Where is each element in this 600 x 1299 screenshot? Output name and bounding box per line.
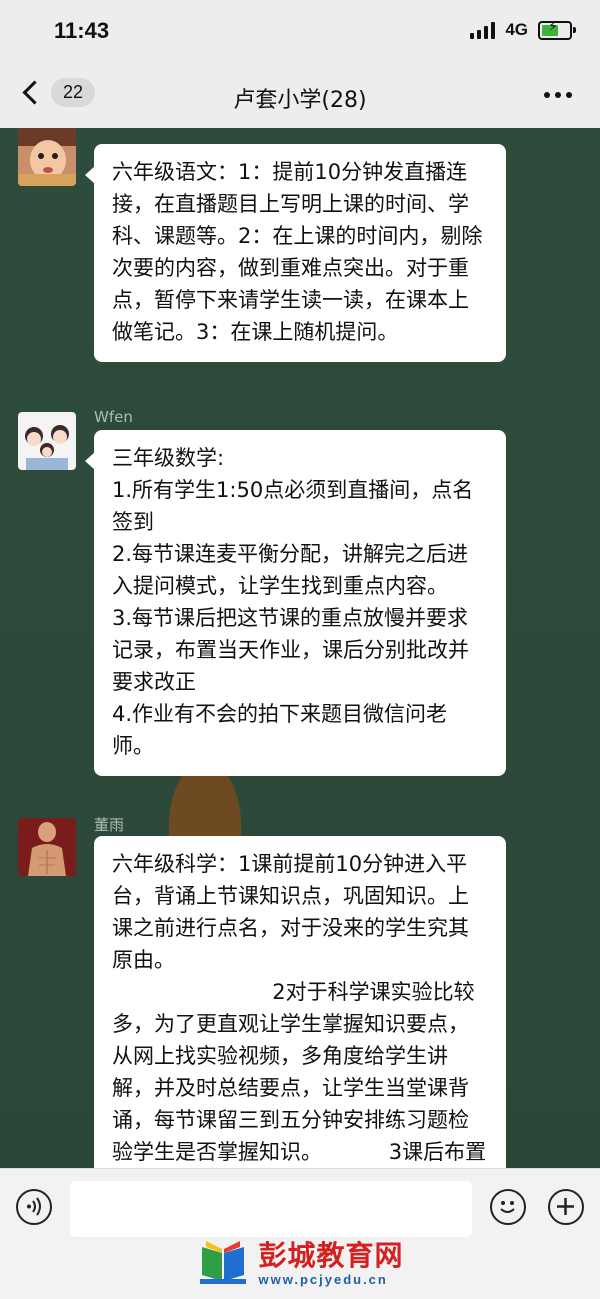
status-icons: 4G ⚡: [470, 20, 576, 40]
watermark-name: 彭城教育网: [258, 1239, 404, 1272]
more-dots-icon[interactable]: [544, 92, 572, 98]
emoji-icon[interactable]: [490, 1189, 526, 1225]
battery-charging-icon: ⚡: [538, 20, 576, 40]
plus-icon[interactable]: [548, 1189, 584, 1225]
avatar[interactable]: [18, 128, 76, 186]
signal-icon: [470, 21, 496, 39]
book-logo-icon: [200, 1241, 247, 1284]
sender-name: 董雨: [94, 816, 125, 834]
chat-area[interactable]: 六年级语文：1：提前10分钟发直播连接，在直播题目上写明上课的时间、学科、课题等…: [0, 128, 600, 1168]
nav-bar: 22 卢套小学(28): [0, 64, 600, 128]
message-bubble[interactable]: 三年级数学: 1.所有学生1:50点必须到直播间，点名签到 2.每节课连麦平衡分…: [85, 430, 506, 776]
avatar[interactable]: [18, 412, 76, 470]
message-bubble[interactable]: 六年级科学：1课前提前10分钟进入平台，背诵上节课知识点，巩固知识。上课之前进行…: [94, 836, 506, 1168]
chat-title: 卢套小学(28): [233, 88, 367, 113]
avatar[interactable]: [18, 818, 76, 876]
message-input[interactable]: [70, 1181, 472, 1237]
input-bar: 彭城教育网 www.pcjyedu.cn: [0, 1168, 600, 1299]
network-type: 4G: [505, 20, 528, 39]
sender-name: Wfen: [94, 408, 133, 426]
status-time: 11:43: [54, 18, 110, 43]
watermark-url: www.pcjyedu.cn: [258, 1272, 388, 1287]
watermark: 彭城教育网 www.pcjyedu.cn: [0, 1237, 600, 1289]
voice-icon[interactable]: [16, 1189, 52, 1225]
status-bar: 11:43 4G ⚡: [0, 0, 600, 64]
message-bubble[interactable]: 六年级语文：1：提前10分钟发直播连接，在直播题目上写明上课的时间、学科、课题等…: [85, 144, 506, 362]
